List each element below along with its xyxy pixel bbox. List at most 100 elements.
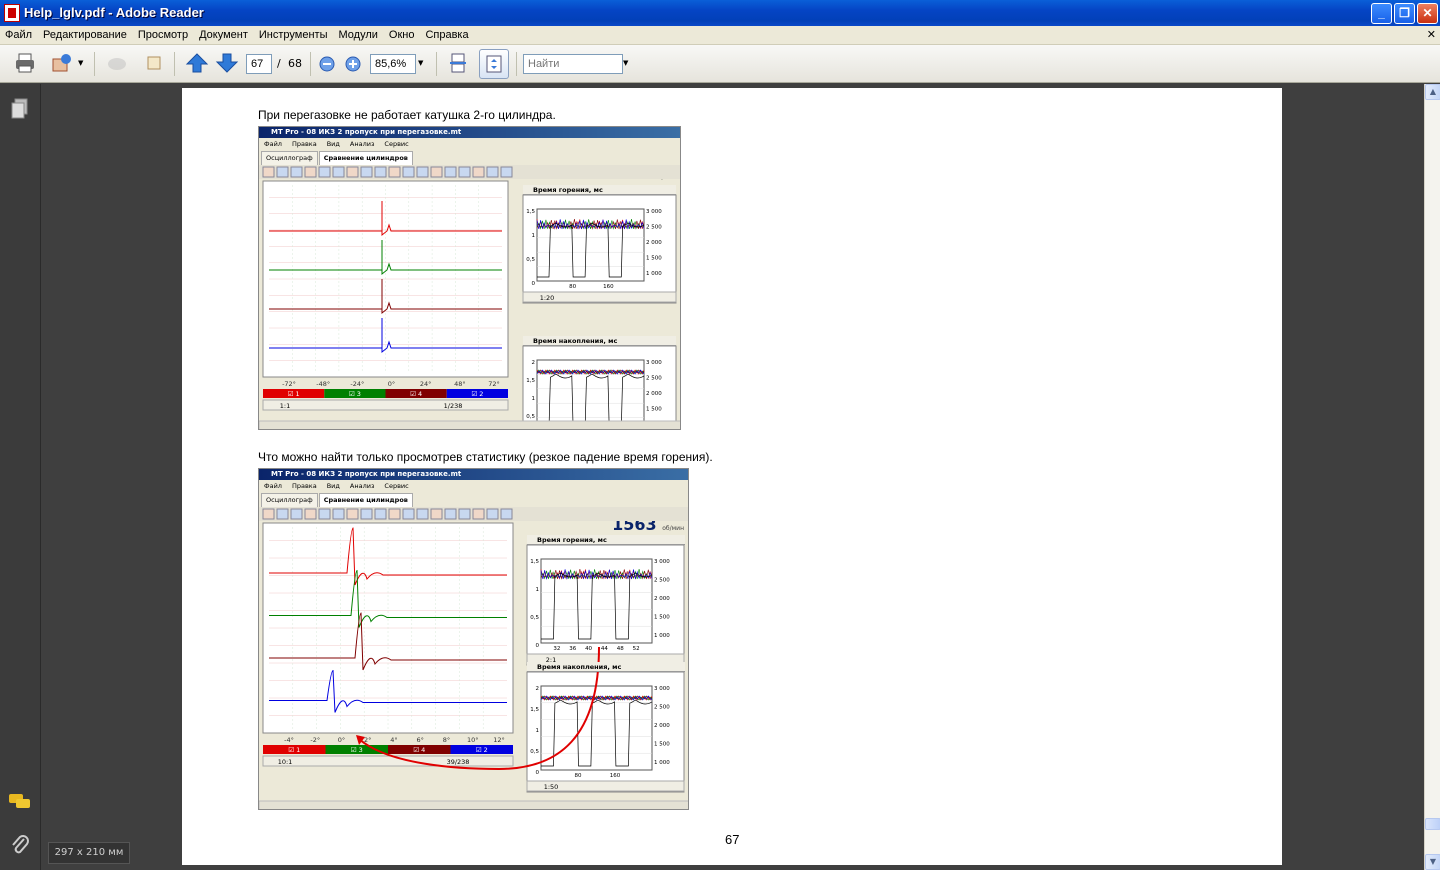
comment-button[interactable] <box>141 51 167 77</box>
x-tick-label: 24° <box>420 380 432 388</box>
panel-burn-time-title: Время горения, мс <box>523 185 676 195</box>
note-icon <box>147 56 161 70</box>
close-button[interactable]: ✕ <box>1417 3 1438 24</box>
app-menu: Файл Правка Вид Анализ Сервис <box>264 482 409 490</box>
app-screenshot-1: MT Pro - 08 ИКЗ 2 пропуск при перегазовк… <box>258 126 681 430</box>
page-separator: / <box>277 57 281 70</box>
menu-window[interactable]: Окно <box>384 26 421 41</box>
toolbar-icon <box>290 166 303 178</box>
x-tick-label: 80 <box>575 773 582 779</box>
y-tick-label: 1,5 <box>530 559 539 565</box>
scroll-down-button[interactable]: ▼ <box>1425 854 1440 870</box>
menu-edit[interactable]: Редактирование <box>38 26 133 41</box>
page-scroll-icon <box>450 53 466 73</box>
rpm-tick-label: 2 000 <box>654 596 670 602</box>
toolbar-icon <box>276 508 289 520</box>
x-tick-label: -24° <box>350 380 364 388</box>
cylinder-label: ☑ 1 <box>288 390 300 398</box>
toolbar-icon <box>360 166 373 178</box>
y-tick-label: 1,5 <box>526 378 535 384</box>
menu-modules[interactable]: Модули <box>333 26 383 41</box>
menu-file[interactable]: Файл <box>0 26 38 41</box>
toolbar-icon <box>346 508 359 520</box>
fit-page-button[interactable] <box>479 49 509 79</box>
sign-button[interactable] <box>104 51 130 77</box>
menu-tools[interactable]: Инструменты <box>254 26 334 41</box>
document-close-icon[interactable]: ✕ <box>1427 28 1436 41</box>
menu-view[interactable]: Просмотр <box>133 26 194 41</box>
panel-burn-time-title: Время горения, мс <box>527 535 685 545</box>
y-tick-label: 0 <box>532 281 536 287</box>
toolbar-icon <box>304 166 317 178</box>
stat-plot <box>536 208 645 282</box>
y-tick-label: 1,5 <box>530 707 539 713</box>
next-page-button[interactable] <box>214 51 240 77</box>
scroll-up-button[interactable]: ▲ <box>1425 84 1440 100</box>
y-tick-label: 1 <box>532 233 536 239</box>
zoom-label: 10:1 <box>278 758 293 766</box>
rpm-tick-label: 2 500 <box>646 225 662 231</box>
toolbar-icon <box>430 166 443 178</box>
rpm-tick-label: 2 500 <box>654 578 670 584</box>
x-tick-label: 48 <box>617 646 624 652</box>
zoom-in-button[interactable] <box>343 51 363 77</box>
previous-page-button[interactable] <box>184 51 210 77</box>
toolbar-icon <box>332 166 345 178</box>
minimize-button[interactable]: _ <box>1371 3 1392 24</box>
rpm-tick-label: 3 000 <box>654 559 670 565</box>
arrow-up-icon <box>185 53 209 73</box>
y-tick-label: 0,5 <box>530 615 539 621</box>
pages-panel-icon[interactable] <box>8 98 32 122</box>
app-tabs: Осциллограф Сравнение цилиндров <box>261 493 414 507</box>
zoom-out-button[interactable] <box>317 51 337 77</box>
panel-zoom-label: 1:50 <box>544 783 559 791</box>
toolbar-icon <box>290 508 303 520</box>
comments-panel-icon[interactable] <box>8 792 32 816</box>
vertical-scrollbar[interactable]: ▲ ▼ <box>1424 84 1440 870</box>
panel-zoom-label: 1:20 <box>540 294 555 302</box>
cylinder-label: ☑ 4 <box>410 390 422 398</box>
app-menu: Файл Правка Вид Анализ Сервис <box>264 140 409 148</box>
search-input[interactable] <box>523 54 623 74</box>
share-button[interactable] <box>49 51 75 77</box>
restore-button[interactable]: ❐ <box>1394 3 1415 24</box>
x-tick-label: -48° <box>316 380 330 388</box>
caption-1: При перегазовке не работает катушка 2-го… <box>258 108 556 122</box>
rpm-tick-label: 1 000 <box>646 271 662 277</box>
y-tick-label: 0,5 <box>526 257 535 263</box>
pdf-app-icon <box>4 4 20 22</box>
scroll-thumb[interactable] <box>1425 818 1440 830</box>
cylinder-label: ☑ 3 <box>349 390 361 398</box>
zoom-dropdown-icon[interactable]: ▼ <box>418 59 423 67</box>
rpm-tick-label: 1 000 <box>654 760 670 766</box>
app-status-bar <box>259 420 680 429</box>
toolbar-icon <box>332 508 345 520</box>
share-dropdown-icon[interactable]: ▼ <box>78 59 83 67</box>
x-tick-label: 72° <box>488 380 500 388</box>
toolbar-icon <box>500 166 513 178</box>
share-icon <box>52 54 71 72</box>
rpm-tick-label: 1 500 <box>646 407 662 413</box>
page-number-input[interactable] <box>246 54 272 74</box>
toolbar-icon <box>458 508 471 520</box>
zoom-input[interactable] <box>370 54 416 74</box>
attachments-panel-icon[interactable] <box>8 834 32 858</box>
toolbar-icon <box>472 166 485 178</box>
menu-help[interactable]: Справка <box>420 26 474 41</box>
app-screenshot-2: MT Pro - 08 ИКЗ 2 пропуск при перегазовк… <box>258 468 689 810</box>
print-button[interactable] <box>12 51 38 77</box>
x-tick-label: 40 <box>585 646 592 652</box>
print-icon <box>16 53 34 73</box>
toolbar-icon <box>500 508 513 520</box>
search-dropdown-icon[interactable]: ▼ <box>623 59 628 67</box>
rpm-tick-label: 3 000 <box>646 209 662 215</box>
y-tick-label: 1 <box>536 587 540 593</box>
scroll-mode-button[interactable] <box>445 51 471 77</box>
page-number: 67 <box>725 832 740 847</box>
zoom-in-icon <box>345 56 361 72</box>
x-tick-label: -72° <box>282 380 296 388</box>
toolbar-icon <box>402 508 415 520</box>
x-tick-label: 36 <box>569 646 576 652</box>
x-tick-label: 32 <box>553 646 560 652</box>
menu-document[interactable]: Документ <box>194 26 254 41</box>
